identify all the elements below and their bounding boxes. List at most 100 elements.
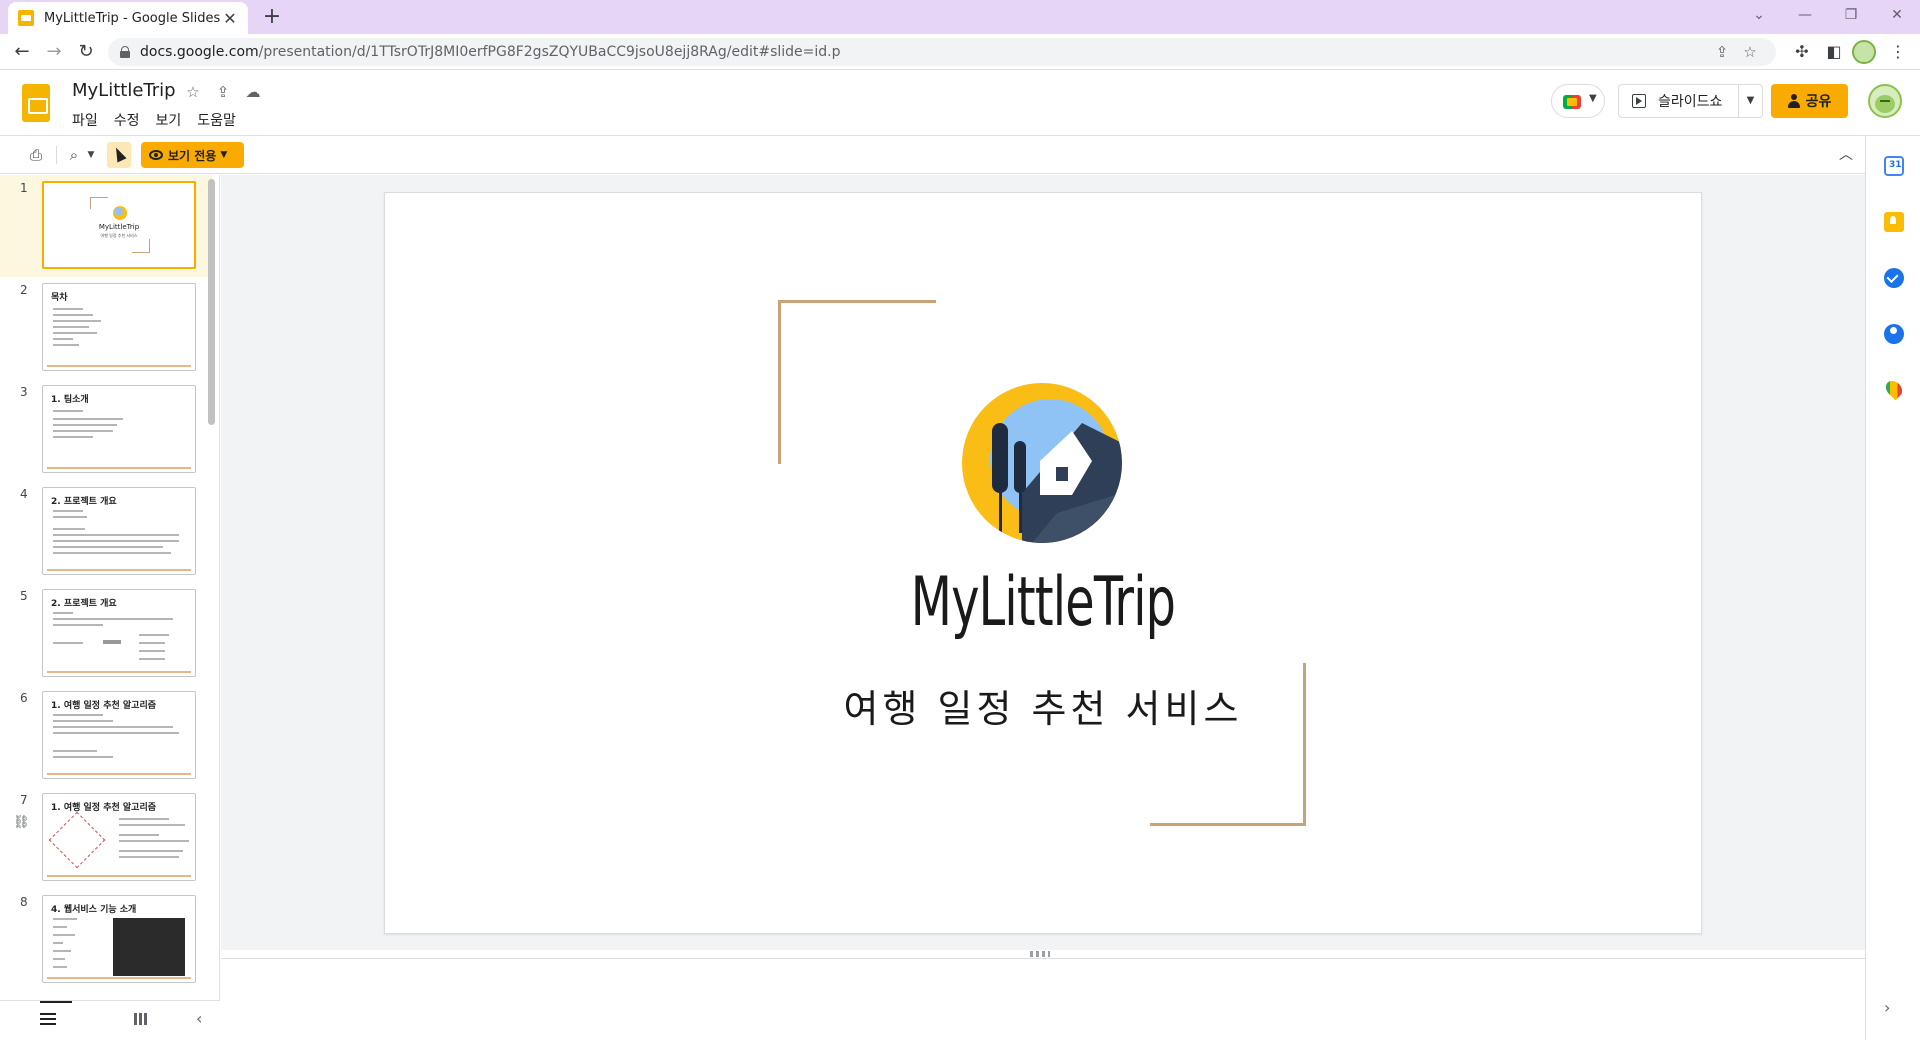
slide-number: 3 <box>20 385 28 399</box>
browser-profile-avatar[interactable] <box>1852 40 1876 64</box>
slide-thumbnail[interactable]: 1. 여행 일정 추천 알고리즘 <box>42 691 196 779</box>
thumb-title: MyLittleTrip <box>98 223 140 231</box>
thumb-text-line <box>53 750 97 752</box>
menu-view[interactable]: 보기 <box>148 108 190 132</box>
filmstrip-view-icon[interactable] <box>40 1013 56 1025</box>
slideshow-options-chevron-icon[interactable]: ▼ <box>1738 85 1762 117</box>
meet-button[interactable]: ▼ <box>1551 84 1605 118</box>
editor-toolbar: ⎙ ⌕ ▼ 보기 전용 ▼ ︿ <box>0 136 1865 174</box>
filmstrip-slide[interactable]: 7 1. 여행 일정 추천 알고리즘 <box>0 787 212 889</box>
zoom-chevron-down-icon[interactable]: ▼ <box>84 144 98 166</box>
grid-view-icon[interactable] <box>134 1013 148 1025</box>
thumb-text-line <box>53 942 63 944</box>
filmstrip-slide[interactable]: 1 MyLittleTrip 여행 일정 추천 서비스 <box>0 175 212 277</box>
thumb-text-line <box>139 650 165 652</box>
extensions-puzzle-icon[interactable]: ✣ <box>1790 40 1814 64</box>
show-side-panel-chevron-right-icon[interactable]: › <box>1884 998 1890 1017</box>
speaker-notes-drag-handle[interactable] <box>1030 951 1050 957</box>
slide-thumbnail[interactable]: 1. 팀소개 <box>42 385 196 473</box>
new-tab-button[interactable]: + <box>258 4 286 32</box>
close-window-button[interactable]: ✕ <box>1874 0 1920 30</box>
lock-icon[interactable] <box>120 46 130 58</box>
thumb-text-line <box>119 824 185 826</box>
slide-thumbnail[interactable]: 목차 <box>42 283 196 371</box>
contacts-icon[interactable] <box>1884 324 1904 344</box>
speaker-notes-panel[interactable] <box>221 958 1865 1040</box>
linked-slide-icon[interactable]: ⛓ <box>13 815 30 830</box>
maps-icon[interactable] <box>1882 377 1906 401</box>
thumb-text-line <box>119 840 189 842</box>
current-slide[interactable]: MyLittleTrip 여행 일정 추천 서비스 <box>384 192 1702 934</box>
thumb-screenshot-image <box>113 918 185 976</box>
tab-search-icon[interactable]: ⌄ <box>1736 0 1782 30</box>
zoom-icon[interactable]: ⌕ <box>62 144 86 166</box>
move-folder-icon[interactable]: ⇪ <box>213 82 233 102</box>
side-panel-icon[interactable]: ◧ <box>1822 40 1846 64</box>
thumb-text-line <box>139 634 169 636</box>
share-button[interactable]: 공유 <box>1771 84 1848 118</box>
filmstrip-slide[interactable]: 6 1. 여행 일정 추천 알고리즘 <box>0 685 212 787</box>
thumb-text-line <box>119 850 183 852</box>
slide-thumbnail[interactable]: 2. 프로젝트 개요 <box>42 487 196 575</box>
back-arrow-icon[interactable]: ← <box>10 40 34 64</box>
filmstrip-footer: ‹ <box>0 1000 220 1040</box>
slides-logo-icon[interactable] <box>22 84 50 122</box>
slide-thumbnail[interactable]: 4. 웹서비스 기능 소개 <box>42 895 196 983</box>
restore-button[interactable]: ❐ <box>1828 0 1874 30</box>
collapse-menus-chevron-up-icon[interactable]: ︿ <box>1834 144 1858 166</box>
tab-close-icon[interactable]: ✕ <box>222 9 238 28</box>
menu-edit[interactable]: 수정 <box>106 108 148 132</box>
thumb-text-line <box>53 430 113 432</box>
print-icon[interactable]: ⎙ <box>24 144 48 166</box>
view-only-mode-button[interactable]: 보기 전용 ▼ <box>141 142 244 168</box>
slide-thumbnail[interactable]: 2. 프로젝트 개요 <box>42 589 196 677</box>
document-title[interactable]: MyLittleTrip <box>72 80 176 101</box>
keep-icon[interactable] <box>1884 212 1904 232</box>
thumb-text-line <box>53 612 73 614</box>
collapse-filmstrip-chevron-left-icon[interactable]: ‹ <box>196 1009 202 1028</box>
slide-thumbnail[interactable]: 1. 여행 일정 추천 알고리즘 <box>42 793 196 881</box>
thumb-text-line <box>53 934 75 936</box>
slide-filmstrip: 1 MyLittleTrip 여행 일정 추천 서비스 2 목차 3 1. 팀소… <box>0 175 220 1000</box>
filmstrip-slide[interactable]: 3 1. 팀소개 <box>0 379 212 481</box>
cloud-saved-icon[interactable]: ☁ <box>243 82 263 102</box>
thumb-text-line <box>53 720 113 722</box>
account-avatar[interactable] <box>1868 84 1902 118</box>
thumb-text-line <box>53 552 171 554</box>
filmstrip-scrollbar[interactable] <box>208 179 215 425</box>
filmstrip-slide[interactable]: 5 2. 프로젝트 개요 <box>0 583 212 685</box>
thumb-logo-icon <box>113 206 127 220</box>
slide-canvas-area: MyLittleTrip 여행 일정 추천 서비스 <box>221 175 1865 950</box>
reload-icon[interactable]: ↻ <box>74 40 98 64</box>
thumb-heading: 4. 웹서비스 기능 소개 <box>51 905 137 915</box>
filmstrip-slide[interactable]: 2 목차 <box>0 277 212 379</box>
thumb-text-line <box>53 344 79 346</box>
share-page-icon[interactable]: ⇪ <box>1710 40 1734 64</box>
filmstrip-slide[interactable]: 8 4. 웹서비스 기능 소개 <box>0 889 212 991</box>
browser-menu-icon[interactable]: ⋮ <box>1886 40 1910 64</box>
thumb-text-line <box>53 326 89 328</box>
chevron-down-icon: ▼ <box>1589 93 1597 104</box>
forward-arrow-icon[interactable]: → <box>42 40 66 64</box>
thumb-text-line <box>53 410 83 412</box>
thumb-text-line <box>53 308 83 310</box>
slide-thumbnail[interactable]: MyLittleTrip 여행 일정 추천 서비스 <box>42 181 196 269</box>
browser-tab-strip: MyLittleTrip - Google Slides ✕ + ⌄ — ❐ ✕ <box>0 0 1920 34</box>
menu-file[interactable]: 파일 <box>64 108 106 132</box>
tasks-icon[interactable] <box>1884 268 1904 288</box>
select-pointer-icon[interactable] <box>107 142 131 168</box>
thumb-text-line <box>53 966 67 968</box>
menu-help[interactable]: 도움말 <box>189 108 244 132</box>
menu-bar: 파일 수정 보기 도움말 <box>64 108 244 132</box>
filmstrip-slide[interactable]: 4 2. 프로젝트 개요 <box>0 481 212 583</box>
star-icon[interactable]: ☆ <box>183 82 203 102</box>
bookmark-star-icon[interactable]: ☆ <box>1738 40 1762 64</box>
calendar-icon[interactable] <box>1884 156 1904 176</box>
thumb-text-line <box>139 642 165 644</box>
slideshow-button[interactable]: 슬라이드쇼 ▼ <box>1618 84 1763 118</box>
minimize-button[interactable]: — <box>1782 0 1828 30</box>
meet-camera-icon <box>1563 95 1581 109</box>
browser-tab[interactable]: MyLittleTrip - Google Slides ✕ <box>8 2 248 34</box>
address-bar[interactable]: docs.google.com/presentation/d/1TTsrOTrJ… <box>108 38 1776 66</box>
thumb-text-line <box>119 856 179 858</box>
